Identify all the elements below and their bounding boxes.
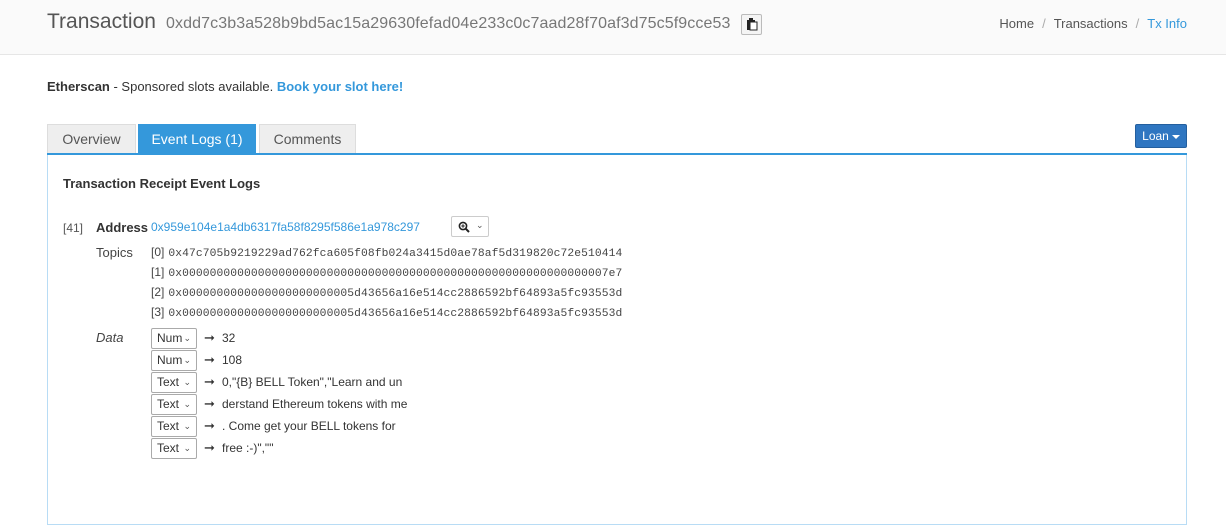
topic-item: [3] 0x0000000000000000000000005d43656a16e… [151, 305, 622, 320]
data-value: 32 [222, 331, 236, 345]
data-value: 108 [222, 353, 243, 367]
topic-value: 0x47c705b9219229ad762fca605f08fb024a3415… [168, 248, 623, 260]
transaction-hash: 0xdd7c3b3a528b9bd5ac15a29630fefad04e233c… [166, 15, 731, 32]
chevron-down-icon: ⌄ [183, 443, 191, 453]
arrow-right-icon: ➞ [204, 396, 215, 411]
log-index: [41] [63, 221, 84, 235]
tab-overview[interactable]: Overview [47, 124, 136, 154]
panel-title: Transaction Receipt Event Logs [63, 176, 261, 191]
arrow-right-icon: ➞ [204, 440, 215, 455]
breadcrumb-tx-info[interactable]: Tx Info [1147, 16, 1187, 31]
data-format-value: Text [157, 419, 180, 433]
data-format-select[interactable]: Text ⌄ [151, 416, 197, 437]
arrow-right-icon: ➞ [204, 418, 215, 433]
data-value: . Come get your BELL tokens for [222, 419, 396, 433]
event-logs-panel: Transaction Receipt Event Logs [41] Addr… [47, 155, 1187, 525]
data-format-select[interactable]: Text ⌄ [151, 394, 197, 415]
loan-label: Loan [1142, 129, 1169, 143]
book-slot-link[interactable]: Book your slot here! [277, 79, 403, 94]
sponsor-text: - Sponsored slots available. [109, 79, 277, 94]
topic-index: [0] [151, 245, 165, 259]
topic-index: [1] [151, 265, 165, 279]
address-label: Address [96, 220, 149, 235]
topic-item: [2] 0x0000000000000000000000005d43656a16e… [151, 285, 622, 300]
data-value: 0,"{B} BELL Token","Learn and un [222, 375, 403, 389]
breadcrumb: Home / Transactions / Tx Info [999, 16, 1187, 31]
data-label: Data [96, 330, 124, 345]
data-format-select[interactable]: Num ⌄ [151, 328, 197, 349]
data-format-select[interactable]: Text ⌄ [151, 438, 197, 459]
chevron-down-icon: ⌄ [183, 377, 191, 387]
data-format-value: Text [157, 397, 180, 411]
chevron-down-icon: ⌄ [183, 421, 191, 431]
sponsor-brand: Etherscan [47, 79, 110, 94]
arrow-right-icon: ➞ [204, 374, 215, 389]
data-value: derstand Ethereum tokens with me [222, 397, 408, 411]
sponsor-banner: Etherscan - Sponsored slots available. B… [47, 79, 403, 94]
topic-value: 0x0000000000000000000000005d43656a16e514… [168, 288, 623, 300]
magnifier-icon [458, 221, 470, 233]
data-format-select[interactable]: Text ⌄ [151, 372, 197, 393]
tab-comments[interactable]: Comments [259, 124, 356, 154]
arrow-right-icon: ➞ [204, 352, 215, 367]
chevron-down-icon: ⌄ [476, 220, 484, 230]
breadcrumb-separator: / [1135, 16, 1140, 31]
breadcrumb-home[interactable]: Home [999, 16, 1034, 31]
loan-dropdown-button[interactable]: Loan [1135, 124, 1187, 148]
address-link[interactable]: 0x959e104e1a4db6317fa58f8295f586e1a978c2… [151, 220, 420, 234]
topic-value: 0x0000000000000000000000005d43656a16e514… [168, 308, 623, 320]
data-format-value: Text [157, 375, 180, 389]
chevron-down-icon: ⌄ [183, 399, 191, 409]
caret-down-icon [1171, 134, 1180, 139]
topic-value: 0x00000000000000000000000000000000000000… [168, 268, 623, 280]
topic-index: [3] [151, 305, 165, 319]
topic-index: [2] [151, 285, 165, 299]
data-format-value: Num [157, 353, 183, 367]
tab-event-logs[interactable]: Event Logs (1) [138, 124, 256, 154]
clipboard-icon [747, 18, 758, 31]
address-lookup-dropdown[interactable]: ⌄ [451, 216, 489, 237]
topic-item: [1] 0x00000000000000000000000000000000000… [151, 265, 622, 280]
page-header: Transaction 0xdd7c3b3a528b9bd5ac15a29630… [0, 0, 1226, 55]
data-format-select[interactable]: Num ⌄ [151, 350, 197, 371]
data-format-value: Num [157, 331, 183, 345]
arrow-right-icon: ➞ [204, 330, 215, 345]
chevron-down-icon: ⌄ [183, 355, 191, 365]
topic-item: [0] 0x47c705b9219229ad762fca605f08fb024a3… [151, 245, 622, 260]
page-title: Transaction [47, 10, 156, 33]
data-format-value: Text [157, 441, 180, 455]
data-value: free :-)","" [222, 441, 274, 455]
chevron-down-icon: ⌄ [183, 333, 191, 343]
breadcrumb-transactions[interactable]: Transactions [1054, 16, 1128, 31]
breadcrumb-separator: / [1042, 16, 1046, 31]
copy-hash-button[interactable] [741, 14, 762, 35]
topics-label: Topics [96, 245, 133, 260]
